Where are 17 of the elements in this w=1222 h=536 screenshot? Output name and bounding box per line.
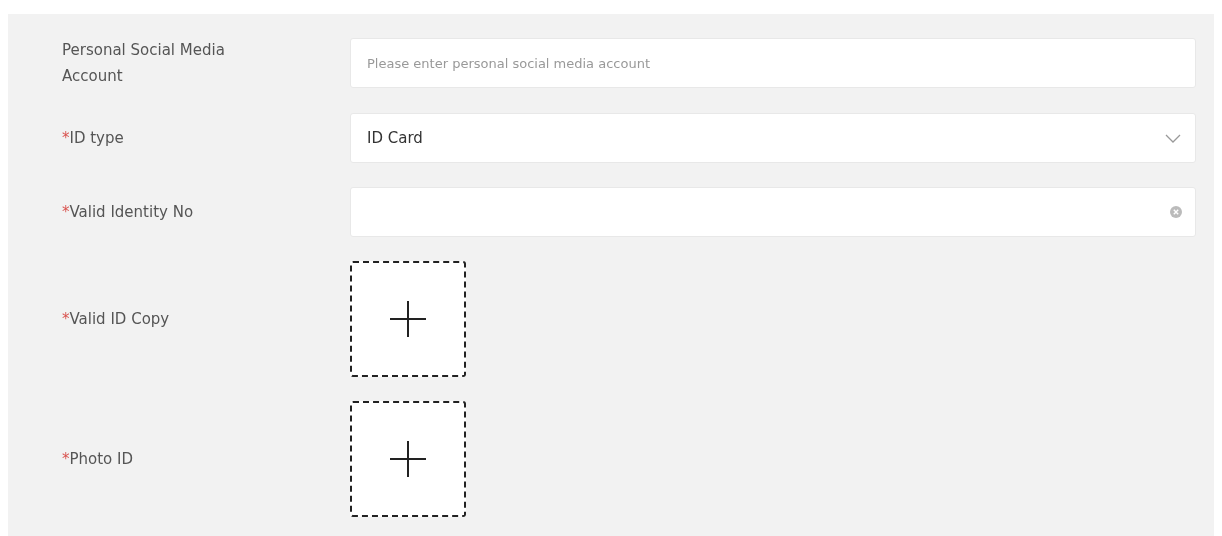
- field-label: Personal Social Media Account: [62, 40, 226, 87]
- input-field[interactable]: [350, 187, 1196, 237]
- plus-icon: [390, 441, 426, 477]
- field-label: Valid ID Copy: [69, 309, 171, 330]
- field-label: Valid Identity No: [69, 202, 195, 223]
- required-mark: *: [62, 129, 70, 147]
- text-field[interactable]: Please enter personal social media account: [350, 38, 1196, 88]
- upload-button[interactable]: [350, 261, 466, 377]
- select-field[interactable]: ID Card: [350, 113, 1196, 163]
- upload-button[interactable]: [350, 401, 466, 517]
- field-label: Photo ID: [69, 449, 135, 470]
- required-mark: *: [62, 203, 70, 221]
- plus-icon: [390, 301, 426, 337]
- chevron-down-icon: [1165, 133, 1181, 143]
- field-label: ID type: [69, 128, 125, 149]
- required-mark: *: [62, 310, 70, 328]
- required-mark: *: [62, 450, 70, 468]
